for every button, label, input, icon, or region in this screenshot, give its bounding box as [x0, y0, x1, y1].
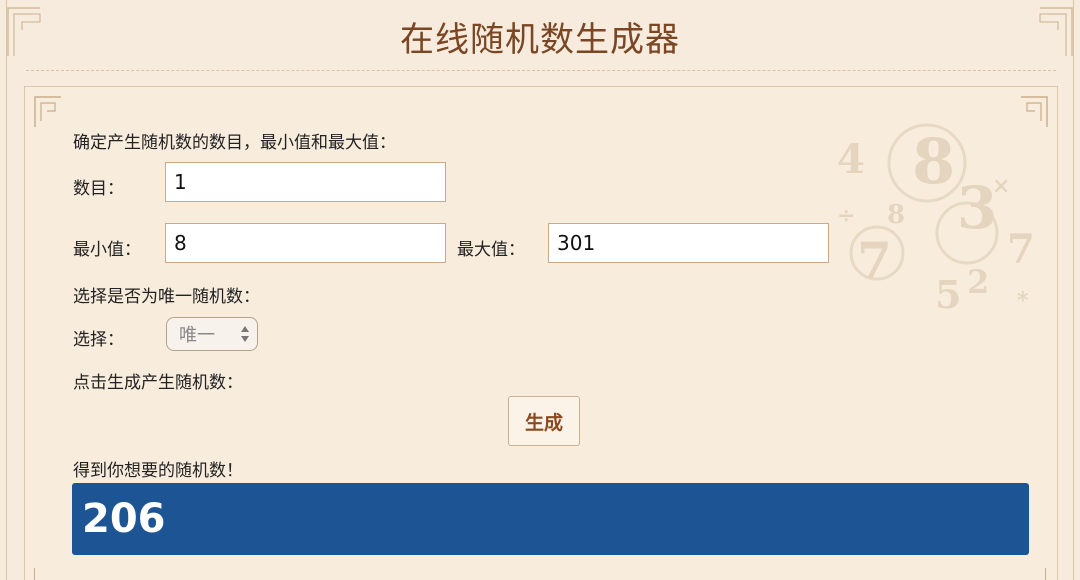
- numbers-decoration-icon: 8 3 7 5 2 7 4 8 × ÷ *: [837, 123, 1035, 317]
- unique-select-value: 唯一: [179, 325, 215, 346]
- generate-button[interactable]: 生成: [508, 396, 580, 446]
- intro-text: 确定产生随机数的数目，最小值和最大值：: [73, 133, 396, 153]
- frame-tick: [34, 568, 35, 580]
- svg-text:4: 4: [837, 136, 865, 183]
- svg-text:7: 7: [1007, 226, 1035, 273]
- min-input[interactable]: [165, 223, 446, 263]
- svg-text:8: 8: [887, 200, 905, 230]
- frame-left-line: [6, 0, 7, 580]
- updown-arrows-icon: [241, 326, 249, 342]
- page: 在线随机数生成器 8 3 7 5 2 7 4 8 × ÷ * 确定产生随机数的数…: [0, 0, 1080, 580]
- svg-text:5: 5: [935, 272, 961, 317]
- title-divider: [26, 70, 1056, 71]
- page-title: 在线随机数生成器: [400, 20, 680, 60]
- unique-prompt: 选择是否为唯一随机数：: [73, 287, 260, 307]
- svg-text:×: ×: [992, 173, 1010, 199]
- count-label: 数目：: [73, 179, 124, 199]
- count-input[interactable]: [165, 162, 446, 202]
- max-label: 最大值：: [457, 240, 525, 260]
- result-display: 206: [72, 483, 1029, 555]
- svg-text:÷: ÷: [837, 203, 855, 229]
- min-label: 最小值：: [73, 240, 141, 260]
- frame-right-line: [1073, 0, 1074, 580]
- svg-text:*: *: [1017, 288, 1029, 314]
- unique-select[interactable]: 唯一: [166, 317, 258, 351]
- click-prompt: 点击生成产生随机数：: [73, 373, 243, 393]
- fret-corner-icon: [34, 96, 61, 127]
- svg-text:2: 2: [967, 263, 989, 301]
- frame-tick: [1045, 568, 1046, 580]
- result-prompt: 得到你想要的随机数！: [73, 461, 243, 481]
- svg-text:8: 8: [912, 125, 955, 198]
- max-input[interactable]: [548, 223, 829, 263]
- select-label: 选择：: [73, 330, 124, 350]
- svg-text:7: 7: [857, 231, 892, 290]
